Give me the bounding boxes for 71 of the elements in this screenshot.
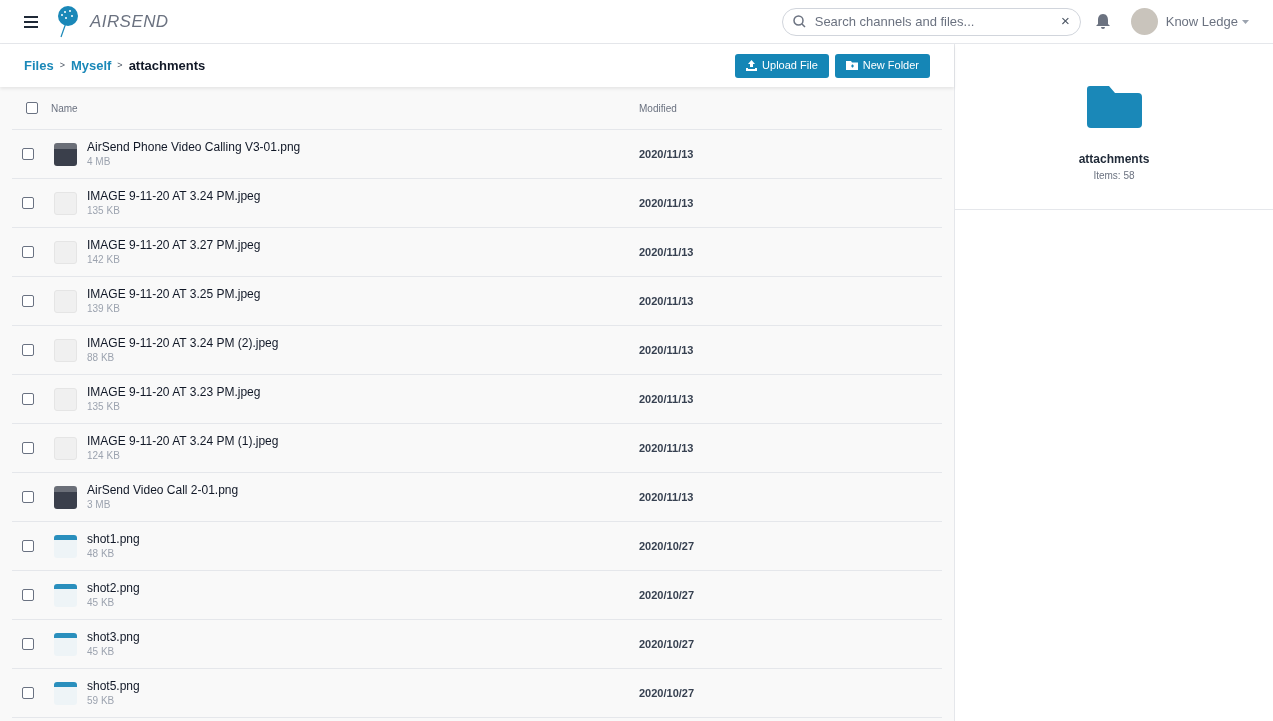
clear-button[interactable]: × (1060, 10, 1070, 33)
modified-date: 2020/10/27 (639, 636, 695, 652)
folder-add-icon (845, 61, 858, 70)
name-column-header[interactable]: Name (51, 100, 639, 116)
file-name[interactable]: IMAGE 9-11-20 AT 3.25 PM.jpeg (87, 287, 639, 302)
file-size: 59 KB (87, 694, 116, 707)
modified-date: 2020/11/13 (639, 146, 694, 162)
modified-date: 2020/11/13 (639, 195, 694, 211)
breadcrumb-link[interactable]: Files (24, 55, 54, 76)
upload-file-button[interactable]: Upload File (735, 53, 829, 78)
logo-text: AIRSEND (90, 10, 169, 33)
file-size: 3 MB (87, 498, 112, 511)
folder-name: attachments (1078, 151, 1150, 168)
menu-button[interactable] (24, 15, 38, 28)
modified-date: 2020/11/13 (639, 293, 694, 309)
user-menu[interactable]: Know Ledge (1165, 11, 1249, 32)
file-size: 45 KB (87, 596, 116, 609)
file-name[interactable]: IMAGE 9-11-20 AT 3.24 PM.jpeg (87, 189, 639, 204)
new-folder-button[interactable]: New Folder (834, 53, 930, 78)
select-all-checkbox[interactable] (25, 102, 38, 114)
notification-bell-icon[interactable] (1094, 13, 1111, 30)
file-size: 124 KB (87, 449, 121, 462)
modified-date: 2020/11/13 (639, 244, 694, 260)
modified-date: 2020/11/13 (639, 342, 694, 358)
search-icon (792, 15, 806, 28)
row-checkbox[interactable] (21, 295, 34, 307)
file-name[interactable]: AirSend Phone Video Calling V3-01.png (87, 140, 639, 155)
row-checkbox[interactable] (21, 344, 34, 356)
file-size: 4 MB (87, 155, 112, 168)
modified-date: 2020/11/13 (639, 489, 694, 505)
breadcrumb-current: attachments (128, 56, 206, 75)
file-name[interactable]: shot2.png (87, 581, 639, 596)
folder-icon (1086, 86, 1142, 128)
file-name[interactable]: IMAGE 9-11-20 AT 3.27 PM.jpeg (87, 238, 639, 253)
file-name[interactable]: IMAGE 9-11-20 AT 3.24 PM (2).jpeg (87, 336, 639, 351)
row-checkbox[interactable] (21, 442, 34, 454)
breadcrumb-separator: > (59, 58, 65, 72)
row-checkbox[interactable] (21, 687, 34, 699)
row-checkbox[interactable] (21, 491, 34, 503)
file-size: 88 KB (87, 351, 116, 364)
file-name[interactable]: shot1.png (87, 532, 639, 547)
file-name[interactable]: shot3.png (87, 630, 639, 645)
file-name[interactable]: IMAGE 9-11-20 AT 3.24 PM (1).jpeg (87, 434, 639, 449)
row-checkbox[interactable] (21, 246, 34, 258)
breadcrumb-link[interactable]: Myself (70, 55, 112, 76)
row-checkbox[interactable] (21, 393, 34, 405)
modified-column-header[interactable]: Modified (639, 100, 677, 116)
caret-icon (1242, 19, 1249, 24)
file-size: 135 KB (87, 204, 121, 217)
file-name[interactable]: AirSend Video Call 2-01.png (87, 483, 639, 498)
modified-date: 2020/10/27 (639, 685, 695, 701)
modified-date: 2020/11/13 (639, 440, 694, 456)
row-checkbox[interactable] (21, 197, 34, 209)
file-size: 48 KB (87, 547, 116, 560)
file-name[interactable]: shot5.png (87, 679, 639, 694)
row-checkbox[interactable] (21, 148, 34, 160)
file-name[interactable]: IMAGE 9-11-20 AT 3.23 PM.jpeg (87, 385, 639, 400)
row-checkbox[interactable] (21, 638, 34, 650)
file-size: 135 KB (87, 400, 121, 413)
row-checkbox[interactable] (21, 589, 34, 601)
modified-date: 2020/11/13 (639, 391, 694, 407)
file-size: 45 KB (87, 645, 116, 658)
dandelion-logo-icon (56, 5, 80, 38)
breadcrumb-separator: > (117, 58, 123, 72)
file-size: 142 KB (87, 253, 121, 266)
file-size: 139 KB (87, 302, 121, 315)
upload-icon (746, 60, 758, 71)
item-count: Items: 58 (1093, 169, 1135, 183)
modified-date: 2020/10/27 (639, 587, 695, 603)
row-checkbox[interactable] (21, 540, 34, 552)
modified-date: 2020/10/27 (639, 538, 695, 554)
